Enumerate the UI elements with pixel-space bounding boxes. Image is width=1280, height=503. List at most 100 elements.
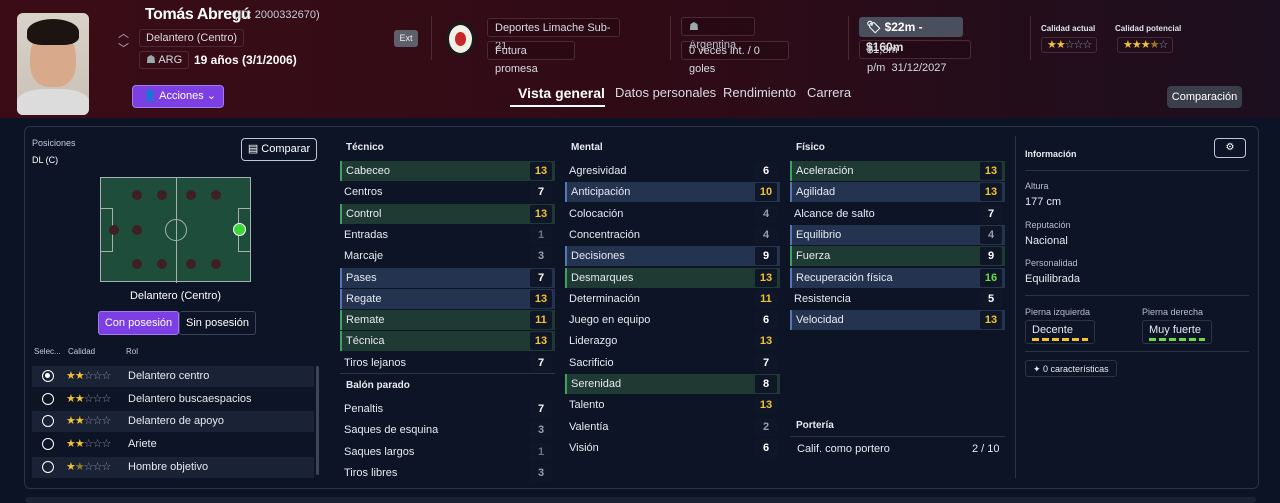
- set-pieces-title: Balón parado: [346, 380, 410, 391]
- role-row[interactable]: ★★☆☆☆ Delantero de apoyo: [32, 411, 314, 433]
- country-chip[interactable]: ☗ Argentina: [681, 17, 755, 51]
- roles-scrollbar[interactable]: [316, 366, 319, 475]
- attr-value: 13: [530, 332, 552, 351]
- role-radio[interactable]: [42, 415, 54, 428]
- info-title: Información: [1025, 149, 1077, 159]
- attr-row: Entradas 1: [340, 225, 555, 245]
- pitch-diagram: [100, 177, 251, 283]
- attr-value: 2: [755, 417, 777, 436]
- attr-name: Agilidad: [796, 186, 836, 199]
- attr-name: Saques de esquina: [344, 424, 439, 437]
- attr-row: Colocación 4: [565, 204, 780, 224]
- club-crest-icon[interactable]: [446, 22, 475, 56]
- attr-value: 6: [755, 162, 777, 180]
- nation-badge[interactable]: ☗ ARG: [139, 51, 190, 69]
- attr-name: Cabeceo: [346, 165, 391, 177]
- col-select: Selec...: [34, 347, 61, 356]
- physical-title: Físico: [796, 142, 825, 153]
- height-label: Altura: [1025, 181, 1049, 191]
- col-quality: Calidad: [68, 347, 96, 356]
- attr-name: Técnica: [346, 335, 385, 348]
- attr-name: Serenidad: [571, 378, 622, 390]
- settings-icon[interactable]: ⚙: [1214, 138, 1246, 158]
- attr-value: 4: [755, 204, 777, 223]
- chevron-down-icon[interactable]: ﹀: [118, 40, 129, 56]
- attr-row: Aceleración 13: [790, 161, 1005, 181]
- role-radio[interactable]: [42, 392, 54, 405]
- attr-name: Remate: [346, 314, 385, 327]
- without-ball-toggle[interactable]: Sin posesión: [179, 311, 256, 335]
- chevron-up-icon[interactable]: ︿: [118, 25, 129, 41]
- attr-row: Resistencia 5: [790, 289, 1005, 309]
- attr-row: Anticipación 10: [565, 182, 780, 203]
- attr-name: Velocidad: [796, 314, 844, 327]
- role-stars: ★★☆☆☆: [66, 415, 111, 428]
- attr-row: Recuperación física 16: [790, 267, 1005, 288]
- attr-row: Tiros libres 3: [340, 463, 555, 483]
- footer-bar: [25, 497, 1256, 503]
- attr-name: Recuperación física: [796, 271, 893, 284]
- attr-value: 13: [755, 396, 777, 415]
- attr-row: Equilibrio 4: [790, 224, 1005, 245]
- tab-overview[interactable]: Vista general: [518, 85, 605, 101]
- attr-value: 5: [980, 289, 1002, 308]
- attr-value: 13: [530, 289, 552, 308]
- wage-contract: $1,3m p/m 31/12/2027: [859, 40, 971, 74]
- player-age: 19 años (3/1/2006): [194, 53, 297, 67]
- role-radio[interactable]: [42, 370, 54, 382]
- traits-chip[interactable]: ✦ 0 características: [1025, 360, 1117, 377]
- player-position-marker: [233, 223, 246, 236]
- actions-button[interactable]: 👤 Acciones ⌄: [132, 85, 224, 108]
- attr-value: 3: [530, 247, 552, 266]
- role-row[interactable]: ★★☆☆☆ Delantero centro: [32, 366, 314, 387]
- attr-name: Desmarques: [571, 271, 634, 284]
- role-row[interactable]: ★★☆☆☆ Ariete: [32, 434, 314, 455]
- attr-row: Pases 7: [340, 267, 555, 288]
- active-tab-indicator: [510, 105, 605, 107]
- attr-value: 4: [755, 225, 777, 244]
- positions-label: Posiciones: [32, 138, 76, 148]
- left-foot-label: Pierna izquierda: [1025, 307, 1091, 317]
- attr-name: Talento: [569, 399, 605, 412]
- attr-value: 13: [980, 183, 1002, 202]
- ext-badge: Ext: [394, 30, 418, 47]
- reputation-value: Nacional: [1025, 235, 1068, 247]
- role-stars: ★★☆☆☆: [66, 438, 111, 451]
- attr-name: Resistencia: [794, 292, 851, 305]
- compare-button[interactable]: ▤ Comparar: [241, 138, 317, 161]
- role-row[interactable]: ★★☆☆☆ Delantero buscaespacios: [32, 389, 314, 410]
- attr-row: Saques largos 1: [340, 442, 555, 462]
- attr-row: Remate 11: [340, 310, 555, 331]
- positions-value: DL (C): [32, 155, 59, 165]
- attr-name: Penaltis: [344, 403, 384, 415]
- goalkeeping-title: Portería: [796, 420, 834, 431]
- attr-value: 7: [530, 268, 552, 287]
- attr-row: Liderazgo 13: [565, 331, 780, 351]
- club-name[interactable]: Deportes Limache Sub-21: [487, 18, 620, 52]
- role-radio[interactable]: [42, 438, 54, 451]
- mental-title: Mental: [571, 142, 603, 153]
- attr-row: Juego en equipo 6: [565, 310, 780, 330]
- tab-career[interactable]: Carrera: [807, 85, 851, 100]
- player-position: Delantero (Centro): [139, 29, 245, 47]
- attr-row: Determinación 11: [565, 289, 780, 309]
- attr-row: Técnica 13: [340, 331, 555, 352]
- role-stars: ★★☆☆☆: [66, 392, 111, 405]
- role-radio[interactable]: [42, 460, 54, 473]
- tab-performance[interactable]: Rendimiento: [723, 85, 796, 100]
- attr-row: Marcaje 3: [340, 246, 555, 266]
- pitch-caption: Delantero (Centro): [129, 290, 222, 302]
- attr-row: Saques de esquina 3: [340, 420, 555, 440]
- role-row[interactable]: ★★☆☆☆ Hombre objetivo: [32, 456, 314, 478]
- attr-row: Visión 6: [565, 438, 780, 458]
- player-id: (ID: 2000332670): [234, 9, 320, 21]
- attr-value: 7: [755, 353, 777, 372]
- comparison-button[interactable]: Comparación: [1167, 86, 1242, 108]
- attr-name: Agresividad: [569, 165, 627, 177]
- tab-personal[interactable]: Datos personales: [615, 85, 716, 100]
- chevron-down-icon: ⌄: [206, 90, 217, 102]
- attr-value: 7: [530, 353, 552, 372]
- attr-value: 13: [980, 162, 1002, 180]
- with-ball-toggle[interactable]: Con posesión: [98, 311, 179, 335]
- attr-row: Cabeceo 13: [340, 161, 555, 181]
